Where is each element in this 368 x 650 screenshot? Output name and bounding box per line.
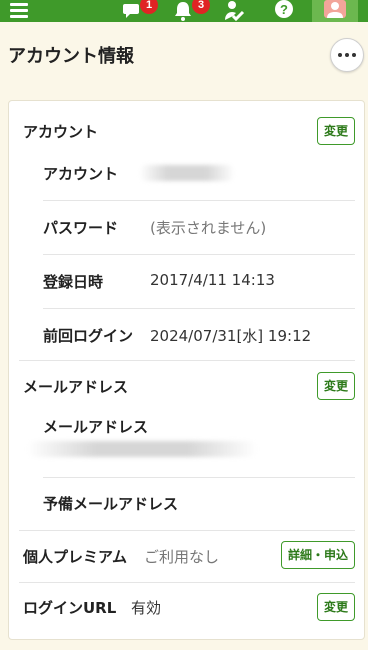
email-change-button[interactable]: 変更 xyxy=(316,372,355,400)
check-icon[interactable] xyxy=(222,0,246,22)
bell-icon[interactable]: 3 xyxy=(172,0,212,22)
top-navigation-bar: 1 3 ? xyxy=(0,0,368,22)
password-value: (表示されません) xyxy=(150,219,267,237)
last-login-label: 前回ログイン xyxy=(43,327,134,345)
chat-badge: 1 xyxy=(140,0,158,14)
chat-icon[interactable]: 1 xyxy=(122,0,158,22)
email-address-redacted xyxy=(27,441,257,457)
login-url-change-button[interactable]: 変更 xyxy=(316,593,355,621)
divider xyxy=(19,582,355,583)
email-section-title: メールアドレス xyxy=(23,378,129,396)
account-section-title: アカウント xyxy=(23,123,99,141)
dot-icon xyxy=(352,53,356,57)
help-icon[interactable]: ? xyxy=(273,0,295,22)
registered-date-value: 2017/4/11 14:13 xyxy=(150,271,275,289)
email-address-label: メールアドレス xyxy=(43,418,149,436)
divider xyxy=(19,360,355,361)
divider xyxy=(43,308,355,309)
backup-email-label: 予備メールアドレス xyxy=(43,495,179,513)
divider xyxy=(43,254,355,255)
account-id-label: アカウント xyxy=(43,165,119,183)
svg-text:?: ? xyxy=(280,2,288,17)
divider xyxy=(19,530,355,531)
account-change-button[interactable]: 変更 xyxy=(316,117,355,145)
registered-date-label: 登録日時 xyxy=(43,273,104,291)
divider xyxy=(43,200,355,201)
password-label: パスワード xyxy=(43,219,119,237)
login-url-status: 有効 xyxy=(131,599,162,617)
menu-icon[interactable] xyxy=(10,3,28,19)
more-options-button[interactable] xyxy=(330,38,364,72)
login-url-title: ログインURL xyxy=(23,599,117,617)
dot-icon xyxy=(345,53,349,57)
premium-status: ご利用なし xyxy=(144,548,220,566)
bell-badge: 3 xyxy=(192,0,210,14)
last-login-value: 2024/07/31[水] 19:12 xyxy=(150,327,312,345)
divider xyxy=(43,477,355,478)
premium-details-button[interactable]: 詳細・申込 xyxy=(280,541,355,569)
page-title: アカウント情報 xyxy=(8,46,134,67)
dot-icon xyxy=(338,53,342,57)
user-avatar-icon[interactable] xyxy=(312,0,358,22)
account-id-redacted xyxy=(139,165,235,181)
premium-title: 個人プレミアム xyxy=(23,548,127,566)
account-info-card: アカウント 変更 アカウント パスワード (表示されません) 登録日時 2017… xyxy=(8,100,365,640)
